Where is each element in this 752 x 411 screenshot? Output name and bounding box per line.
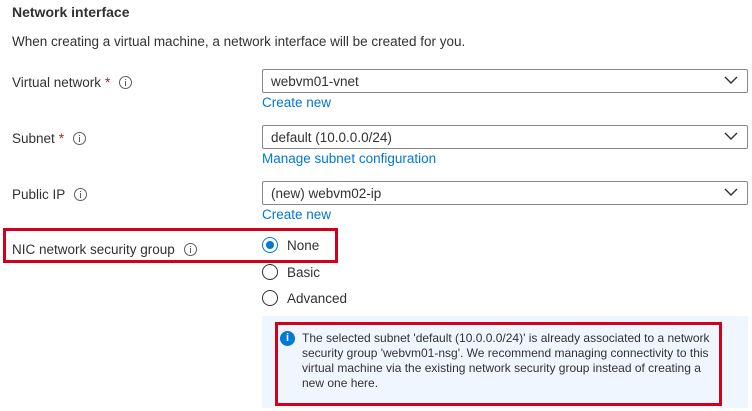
nsg-option-advanced[interactable]: Advanced [262, 288, 347, 308]
public-ip-create-new-link[interactable]: Create new [262, 207, 331, 222]
required-marker: * [105, 74, 111, 90]
nic-nsg-label: NIC network security group [12, 239, 197, 259]
info-icon[interactable] [74, 187, 88, 201]
chevron-down-icon [724, 76, 738, 84]
network-interface-panel: Network interface When creating a virtua… [0, 0, 752, 411]
virtual-network-create-new-link[interactable]: Create new [262, 95, 331, 110]
info-icon[interactable] [183, 242, 197, 256]
required-marker: * [58, 130, 65, 146]
info-icon[interactable] [73, 131, 87, 145]
info-banner: i The selected subnet 'default (10.0.0.0… [262, 316, 748, 408]
subnet-label: Subnet * [12, 128, 87, 148]
public-ip-dropdown[interactable]: (new) webvm02-ip [262, 181, 748, 205]
radio-button-selected[interactable] [262, 237, 278, 253]
public-ip-label: Public IP [12, 184, 88, 204]
section-title: Network interface [12, 4, 130, 20]
subnet-dropdown[interactable]: default (10.0.0.0/24) [262, 125, 748, 149]
nsg-option-basic[interactable]: Basic [262, 262, 320, 282]
info-banner-text: The selected subnet 'default (10.0.0.0/2… [302, 331, 710, 390]
virtual-network-value: webvm01-vnet [271, 73, 359, 89]
radio-button[interactable] [262, 264, 278, 280]
section-description: When creating a virtual machine, a netwo… [12, 34, 466, 49]
manage-subnet-configuration-link[interactable]: Manage subnet configuration [262, 151, 436, 166]
nsg-option-advanced-label: Advanced [287, 290, 348, 306]
virtual-network-dropdown[interactable]: webvm01-vnet [262, 69, 748, 93]
subnet-label-text: Subnet [12, 130, 55, 146]
subnet-value: default (10.0.0.0/24) [271, 129, 392, 145]
info-icon[interactable] [119, 75, 133, 89]
nsg-option-basic-label: Basic [287, 264, 321, 280]
nsg-option-none[interactable]: None [262, 235, 319, 255]
virtual-network-label-text: Virtual network [12, 74, 102, 90]
nsg-option-none-label: None [287, 237, 320, 253]
public-ip-label-text: Public IP [12, 186, 66, 202]
public-ip-value: (new) webvm02-ip [271, 185, 382, 201]
radio-button[interactable] [262, 290, 278, 306]
info-icon: i [280, 331, 295, 346]
chevron-down-icon [724, 188, 738, 196]
nic-nsg-label-text: NIC network security group [12, 241, 175, 257]
virtual-network-label: Virtual network * [12, 72, 133, 92]
chevron-down-icon [724, 132, 738, 140]
